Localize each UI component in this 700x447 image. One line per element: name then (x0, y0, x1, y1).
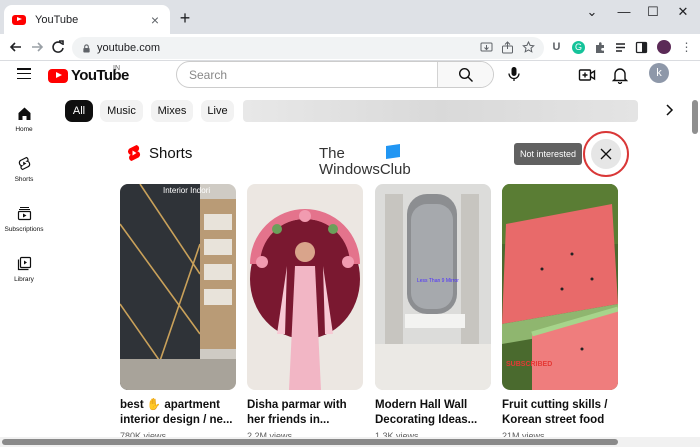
tab-search-icon[interactable]: ⌄ (582, 4, 602, 20)
minimize-button[interactable]: — (614, 4, 634, 19)
address-bar[interactable]: youtube.com (72, 37, 544, 59)
thumbnail-overlay-text: SUBSCRIBED (506, 361, 552, 368)
sidebar-item-label: Library (14, 276, 34, 283)
browser-tab-strip: YouTube × + ⌄ — ☐ ✕ (0, 0, 700, 34)
subscriptions-icon (17, 206, 31, 221)
not-interested-tooltip: Not interested (514, 143, 583, 165)
chips-blurred-area (243, 100, 638, 122)
chevron-right-icon[interactable] (664, 103, 674, 117)
short-card[interactable]: Disha parmar with her friends in... 2.2M… (247, 184, 363, 441)
short-title[interactable]: Modern Hall Wall Decorating Ideas... (375, 398, 491, 428)
thumbnail-overlay-text: Less Than 9 Mirror (417, 278, 459, 284)
watermark-line2: WindowsClub (319, 161, 411, 178)
short-card[interactable]: SUBSCRIBED Fruit cutting skills / Korean… (502, 184, 618, 441)
profile-avatar-icon[interactable] (657, 40, 671, 54)
shorts-icon (18, 156, 30, 171)
mini-guide-sidebar: Home Shorts Subscriptions Library (0, 100, 48, 300)
youtube-favicon-icon (12, 14, 26, 25)
side-panel-icon[interactable] (635, 41, 648, 54)
short-title[interactable]: best ✋ apartment interior design / ne... (120, 398, 236, 428)
microphone-icon[interactable] (506, 66, 522, 82)
back-arrow-icon[interactable] (7, 38, 25, 56)
sidebar-item-shorts[interactable]: Shorts (0, 150, 48, 200)
sidebar-item-label: Home (15, 126, 33, 133)
forward-arrow-icon[interactable] (28, 38, 46, 56)
sidebar-item-home[interactable]: Home (0, 100, 48, 150)
reading-list-icon[interactable] (614, 41, 627, 54)
youtube-play-icon (48, 68, 68, 83)
lock-icon (83, 43, 90, 53)
close-window-button[interactable]: ✕ (673, 4, 693, 20)
sidebar-item-label: Subscriptions (4, 226, 44, 233)
browser-tab[interactable]: YouTube × (4, 5, 170, 34)
tab-close-icon[interactable]: × (148, 12, 162, 28)
bookmark-star-icon[interactable] (522, 41, 535, 54)
short-title[interactable]: Fruit cutting skills / Korean street foo… (502, 398, 618, 428)
home-icon (18, 107, 30, 120)
youtube-header: YouTube IN k (0, 61, 700, 91)
youtube-logo[interactable]: YouTube IN (48, 65, 129, 84)
sidebar-item-label: Shorts (14, 176, 34, 183)
chip-live[interactable]: Live (201, 100, 234, 122)
reload-icon[interactable] (49, 38, 67, 56)
create-video-icon[interactable] (578, 66, 596, 84)
country-code: IN (113, 65, 120, 72)
maximize-button[interactable]: ☐ (643, 4, 663, 20)
shorts-heading: Shorts (149, 144, 193, 162)
short-card[interactable]: Less Than 9 Mirror Modern Hall Wall Deco… (375, 184, 491, 441)
close-icon (600, 148, 612, 160)
install-app-icon[interactable] (480, 41, 493, 54)
logo-text: YouTube (71, 67, 129, 84)
search-button[interactable] (437, 62, 493, 87)
notifications-bell-icon[interactable] (611, 66, 629, 84)
short-thumbnail[interactable]: Less Than 9 Mirror (375, 184, 491, 390)
short-card[interactable]: Interior Indori best ✋ apartment interio… (120, 184, 236, 441)
sidebar-item-subscriptions[interactable]: Subscriptions (0, 200, 48, 250)
chip-all[interactable]: All (65, 100, 93, 122)
chip-music[interactable]: Music (100, 100, 143, 122)
short-title[interactable]: Disha parmar with her friends in... (247, 398, 363, 428)
search-input[interactable] (177, 62, 437, 87)
browser-toolbar: youtube.com U G ⋮ (0, 34, 700, 61)
extension-u-icon[interactable]: U (550, 41, 563, 54)
grammarly-extension-icon[interactable]: G (572, 41, 585, 54)
new-tab-button[interactable]: + (176, 8, 194, 29)
url-text: youtube.com (97, 42, 160, 54)
account-avatar[interactable]: k (649, 63, 669, 83)
shorts-shelf-header: Shorts (127, 144, 192, 162)
search-box (176, 61, 494, 88)
short-thumbnail[interactable] (247, 184, 363, 390)
short-thumbnail[interactable]: SUBSCRIBED (502, 184, 618, 390)
horizontal-scrollbar[interactable] (2, 439, 618, 445)
menu-icon[interactable] (17, 68, 31, 79)
dismiss-shorts-button[interactable] (591, 139, 621, 169)
library-icon (17, 256, 31, 271)
extensions-puzzle-icon[interactable] (594, 41, 607, 54)
browser-menu-icon[interactable]: ⋮ (680, 41, 693, 54)
shorts-logo-icon (128, 145, 141, 161)
chip-mixes[interactable]: Mixes (151, 100, 193, 122)
vertical-scrollbar[interactable] (692, 100, 698, 134)
search-icon (458, 67, 473, 82)
share-icon[interactable] (501, 41, 514, 54)
sidebar-item-library[interactable]: Library (0, 250, 48, 300)
short-thumbnail[interactable]: Interior Indori (120, 184, 236, 390)
thumbnail-overlay-text: Interior Indori (163, 186, 210, 195)
tab-title: YouTube (35, 13, 79, 26)
watermark-logo-icon (386, 144, 400, 159)
